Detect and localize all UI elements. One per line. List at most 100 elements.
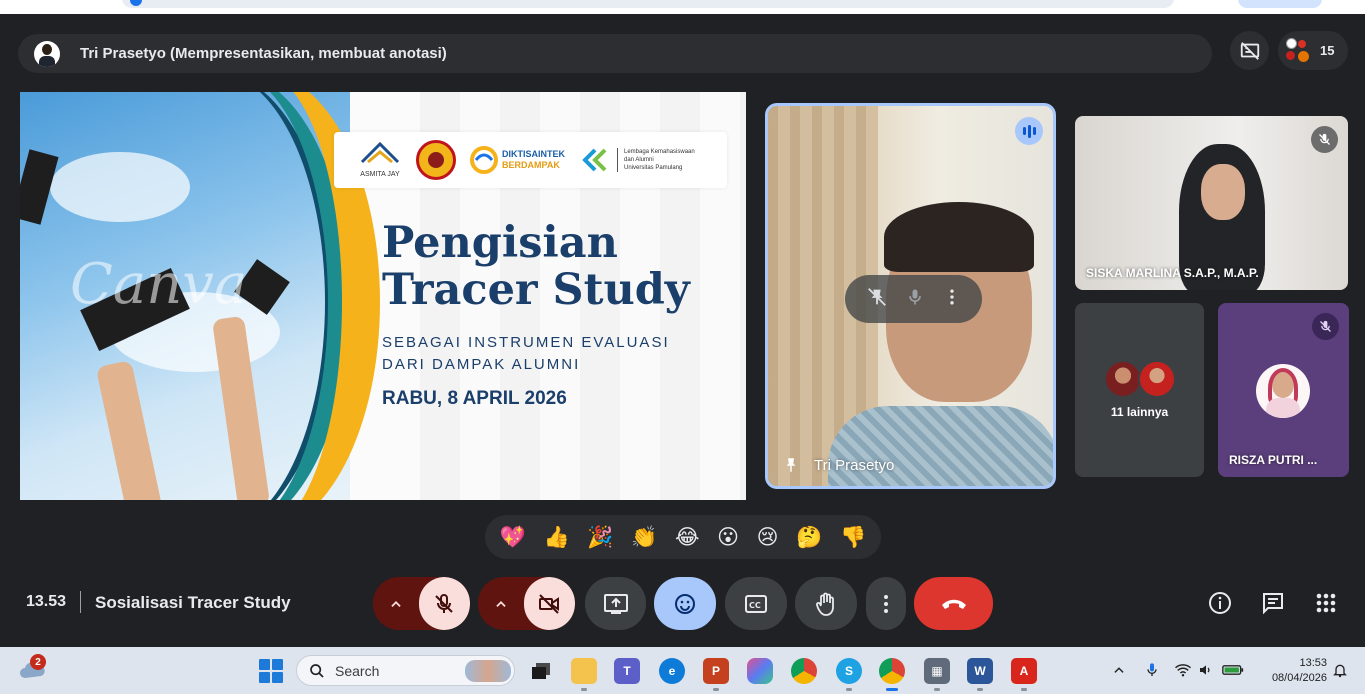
word-icon[interactable]: W xyxy=(967,658,993,684)
slide-subtitle: SEBAGAI INSTRUMEN EVALUASI DARI DAMPAK A… xyxy=(382,332,670,376)
logo-university-seal xyxy=(416,140,456,180)
participant-tile-siska[interactable]: SISKA MARLINA S.A.P., M.A.P. xyxy=(1075,116,1348,290)
clock-date: 08/04/2026 xyxy=(1271,672,1327,684)
running-indicator xyxy=(581,688,587,691)
diktisaintek-logo-icon xyxy=(470,146,498,174)
skype-icon[interactable]: S xyxy=(836,658,862,684)
people-button[interactable]: 15 xyxy=(1278,31,1348,70)
avatar xyxy=(1104,360,1142,398)
participant-tile-main-speaker[interactable]: Tri Prasetyo xyxy=(765,103,1056,489)
chevron-up-icon xyxy=(391,600,401,607)
reaction-party[interactable]: 🎉 xyxy=(587,525,613,550)
bell-icon xyxy=(1333,664,1347,678)
teams-icon[interactable]: T xyxy=(614,658,640,684)
microphone-toggle-button[interactable] xyxy=(418,577,470,630)
mic-off-icon xyxy=(1320,320,1331,332)
logo4-line3: Universitas Pamulang xyxy=(624,165,683,171)
video-options-button[interactable] xyxy=(478,577,524,630)
meeting-details-button[interactable] xyxy=(1204,587,1236,619)
presenter-avatar xyxy=(34,40,60,67)
running-indicator xyxy=(846,688,852,691)
meeting-divider xyxy=(80,591,81,613)
reaction-surprised[interactable]: 😮 xyxy=(717,525,739,549)
taskbar-search[interactable]: Search xyxy=(296,655,515,686)
chrome-icon[interactable] xyxy=(791,658,817,684)
address-bar[interactable] xyxy=(122,0,1174,8)
raise-hand-button[interactable] xyxy=(795,577,857,630)
reaction-clap[interactable]: 👏 xyxy=(631,525,657,550)
reactions-button[interactable] xyxy=(654,577,716,630)
mic-off-icon xyxy=(435,593,453,613)
unpin-button[interactable] xyxy=(866,286,888,313)
unpin-icon xyxy=(867,287,886,306)
participant-tile-others[interactable]: 11 lainnya xyxy=(1075,303,1204,477)
people-count: 15 xyxy=(1320,43,1335,58)
logo3-line2: BERDAMPAK xyxy=(502,160,560,170)
chevron-logo-icon xyxy=(582,148,607,172)
file-explorer-icon[interactable] xyxy=(571,658,597,684)
leave-call-button[interactable] xyxy=(914,577,993,630)
audio-options-button[interactable] xyxy=(373,577,419,630)
presentation-slide: Canva ASMITA JAY DIKTISAINTEK BERDAMPAK … xyxy=(20,92,746,500)
videocam-off-icon xyxy=(539,593,560,614)
logo-lembaga-kemahasiswaan: Lembaga Kemahasiswaan dan Alumni Univers… xyxy=(581,148,695,172)
captions-button[interactable]: CC xyxy=(725,577,787,630)
acrobat-icon[interactable]: A xyxy=(1011,658,1037,684)
hand-icon xyxy=(816,592,834,616)
chevron-up-icon xyxy=(1114,667,1124,673)
edge-icon[interactable]: e xyxy=(659,658,685,684)
browser-top-strip xyxy=(0,0,1365,14)
reactions-bar: 💖 👍 🎉 👏 😂 😮 😢 🤔 👎 xyxy=(485,515,881,559)
chat-icon xyxy=(1263,593,1283,615)
activities-button[interactable] xyxy=(1310,587,1342,619)
present-screen-button[interactable] xyxy=(585,577,646,630)
reaction-thumbs-up[interactable]: 👍 xyxy=(544,525,570,550)
task-view-icon xyxy=(532,663,550,679)
system-tray xyxy=(1112,661,1244,684)
hide-presentation-button[interactable] xyxy=(1230,31,1269,70)
meeting-name: Sosialisasi Tracer Study xyxy=(95,593,291,612)
avatar xyxy=(1256,364,1310,418)
copilot-icon[interactable] xyxy=(747,658,773,684)
battery-button[interactable] xyxy=(1222,663,1244,682)
browser-action-button[interactable] xyxy=(1238,0,1322,8)
wing-logo-icon xyxy=(360,141,400,164)
powerpoint-icon[interactable]: P xyxy=(703,658,729,684)
info-icon xyxy=(1209,592,1231,614)
tile-mute-button[interactable] xyxy=(905,287,925,312)
volume-icon xyxy=(1200,665,1210,675)
notification-center-button[interactable] xyxy=(1332,661,1348,684)
taskbar-clock[interactable]: 13:53 08/04/2026 xyxy=(1257,656,1327,686)
microphone-tray-button[interactable] xyxy=(1144,661,1160,684)
reaction-sad[interactable]: 😢 xyxy=(757,525,779,549)
calculator-icon[interactable]: ▦ xyxy=(924,658,950,684)
reaction-thinking[interactable]: 🤔 xyxy=(796,525,822,550)
volume-button[interactable] xyxy=(1198,662,1214,683)
more-options-button[interactable] xyxy=(866,577,906,630)
task-view-button[interactable] xyxy=(528,658,554,684)
reaction-laugh[interactable]: 😂 xyxy=(675,525,700,549)
main-speaker-label: Tri Prasetyo xyxy=(814,456,895,474)
main-speaker-name: Tri Prasetyo xyxy=(782,456,894,474)
participant-tile-risza[interactable]: RISZA PUTRI ... xyxy=(1218,303,1349,477)
windows-taskbar: 2 Search T e P S ▦ W A 13:53 08/04/2026 xyxy=(0,647,1365,694)
call-end-icon xyxy=(941,599,966,609)
camera-toggle-button[interactable] xyxy=(523,577,575,630)
chrome-active-icon[interactable] xyxy=(879,658,905,684)
present-to-all-icon xyxy=(603,593,628,614)
apps-grid-icon xyxy=(1316,593,1336,613)
presenter-title: Tri Prasetyo (Mempresentasikan, membuat … xyxy=(80,45,447,62)
cloud xyxy=(50,152,190,222)
meeting-time: 13.53 xyxy=(26,593,67,610)
active-indicator xyxy=(886,688,898,691)
start-button[interactable] xyxy=(259,659,283,683)
show-hidden-icons-button[interactable] xyxy=(1112,663,1126,682)
wifi-button[interactable] xyxy=(1174,662,1192,683)
presenter-bar[interactable]: Tri Prasetyo (Mempresentasikan, membuat … xyxy=(18,34,1212,73)
tile-more-options-button[interactable] xyxy=(942,287,962,312)
reaction-thumbs-down[interactable]: 👎 xyxy=(840,525,866,550)
chat-button[interactable] xyxy=(1257,587,1289,619)
more-vert-icon xyxy=(949,289,954,304)
avatar xyxy=(1138,360,1176,398)
reaction-heart[interactable]: 💖 xyxy=(500,525,526,550)
